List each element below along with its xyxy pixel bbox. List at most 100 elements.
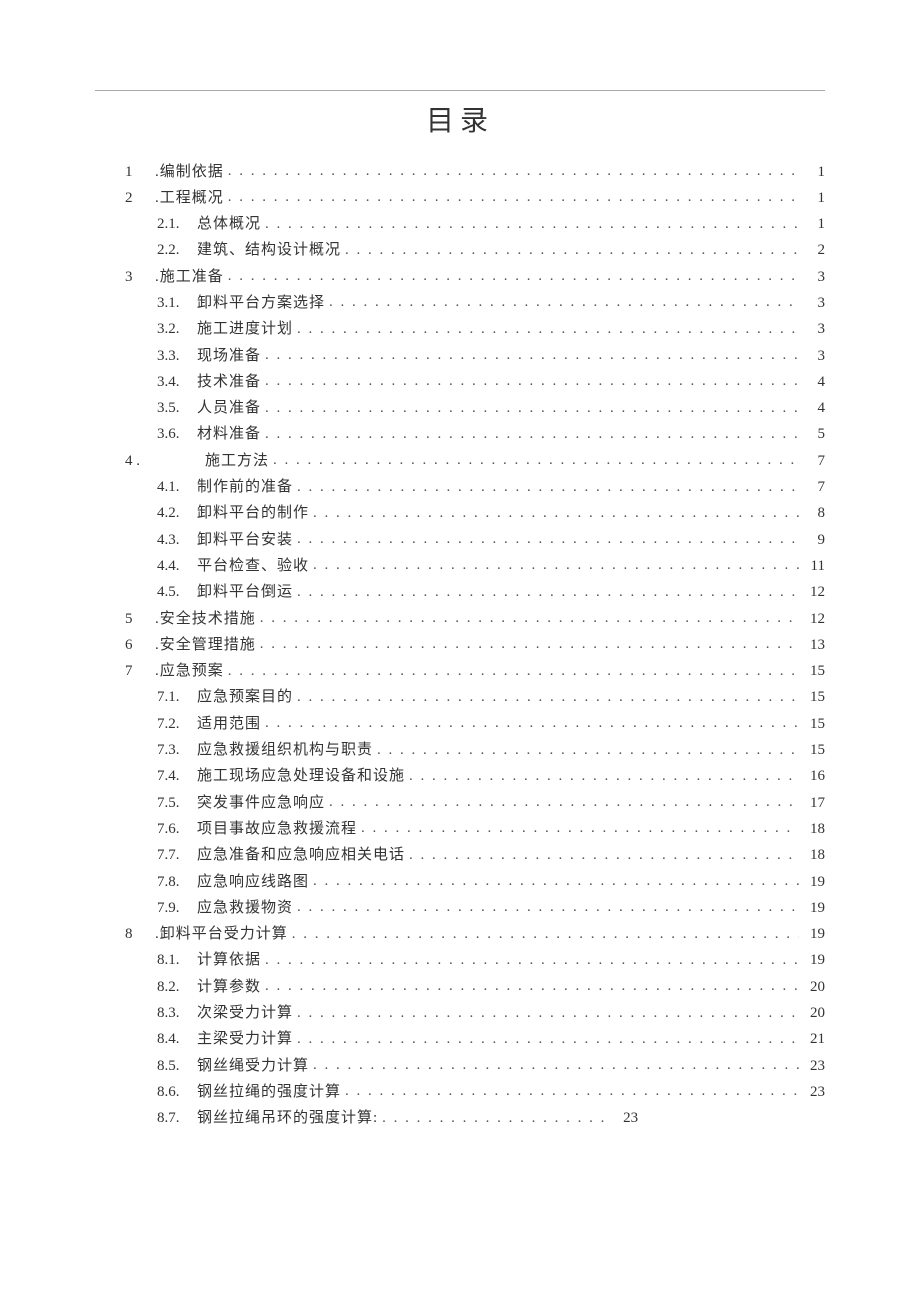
- toc-entry-number: 3.6.: [157, 422, 197, 448]
- toc-entry: 8.5.钢丝绳受力计算23: [157, 1053, 825, 1079]
- toc-entry-number: 2.2.: [157, 238, 197, 264]
- toc-leader-dots: [297, 580, 799, 597]
- toc-entry-label: .安全管理措施: [155, 633, 256, 659]
- toc-entry: 3.3.现场准备 3: [157, 343, 825, 369]
- toc-entry: 7.6.项目事故应急救援流程18: [157, 816, 825, 842]
- toc-leader-dots: [265, 974, 799, 991]
- toc-entry-number: 1: [125, 160, 155, 186]
- toc-entry-number: 3.2.: [157, 317, 197, 343]
- toc-entry-number: 7.9.: [157, 896, 197, 922]
- toc-leader-dots: [228, 159, 799, 176]
- toc-entry-page: 5: [803, 422, 825, 448]
- toc-entry: 4.4.平台检查、验收11: [157, 553, 825, 579]
- toc-leader-dots: [297, 527, 799, 544]
- toc-entry: 4.2.卸料平台的制作8: [157, 501, 825, 527]
- toc-leader-dots: [409, 843, 799, 860]
- toc-entry-page: 13: [803, 633, 825, 659]
- toc-entry: 3.5.人员准备4: [157, 396, 825, 422]
- toc-leader-dots: [329, 790, 799, 807]
- toc-entry-label: 应急准备和应急响应相关电话: [197, 843, 405, 869]
- toc-leader-dots: [361, 816, 799, 833]
- toc-entry-page: 15: [803, 685, 825, 711]
- toc-entry-number: 8.4.: [157, 1027, 197, 1053]
- toc-leader-dots: [313, 501, 799, 518]
- toc-leader-dots: [345, 1079, 799, 1096]
- toc-leader-dots: [329, 290, 799, 307]
- toc-entry-page: 3: [803, 291, 825, 317]
- toc-entry-number: 8.6.: [157, 1080, 197, 1106]
- toc-entry: 4.5.卸料平台倒运12: [157, 580, 825, 606]
- toc-entry: 8.7.钢丝拉绳吊环的强度计算:23: [157, 1106, 825, 1132]
- toc-entry-page: 17: [803, 791, 825, 817]
- toc-entry-number: 7.1.: [157, 685, 197, 711]
- toc-entry-page: 2: [803, 238, 825, 264]
- toc-leader-dots: [313, 1053, 799, 1070]
- toc-entry-page: 19: [803, 896, 825, 922]
- toc-entry-label: 卸料平台安装: [197, 528, 293, 554]
- toc-entry-label: 应急响应线路图: [197, 870, 309, 896]
- toc-entry-label: 卸料平台方案选择: [197, 291, 325, 317]
- toc-entry-page: 20: [803, 975, 825, 1001]
- toc-entry-label: 项目事故应急救援流程: [197, 817, 357, 843]
- toc-entry-label: 现场准备: [197, 344, 261, 370]
- toc-entry-number: 8.1.: [157, 948, 197, 974]
- toc-entry: 7.7.应急准备和应急响应相关电话18: [157, 843, 825, 869]
- toc-entry: 8.1.计算依据19: [157, 948, 825, 974]
- toc-entry-number: 2.1.: [157, 212, 197, 238]
- toc-entry: 2.2.建筑、结构设计概况2: [157, 238, 825, 264]
- toc-entry: 8.3.次梁受力计算20: [157, 1001, 825, 1027]
- toc-entry: 7.2.适用范围15: [157, 711, 825, 737]
- toc-entry: 8.卸料平台受力计算19: [125, 922, 825, 948]
- toc-entry-page: 23: [803, 1054, 825, 1080]
- toc-leader-dots: [228, 659, 799, 676]
- toc-entry-number: 2: [125, 186, 155, 212]
- toc-leader-dots: [313, 869, 799, 886]
- toc-leader-dots: [228, 185, 799, 202]
- toc-entry-label: .编制依据: [155, 160, 224, 186]
- toc-leader-dots: [265, 369, 799, 386]
- toc-leader-dots: [260, 632, 799, 649]
- toc-entry-page: 20: [803, 1001, 825, 1027]
- toc-leader-dots: [265, 343, 799, 360]
- toc-entry-page: 19: [803, 922, 825, 948]
- toc-entry-label: 应急救援组织机构与职责: [197, 738, 373, 764]
- toc-entry-label: 施工方法: [205, 449, 269, 475]
- toc-entry: 8.2.计算参数20: [157, 974, 825, 1000]
- toc-entry-page: 3: [803, 344, 825, 370]
- toc-entry-page: 1: [803, 212, 825, 238]
- toc-entry: 7.9.应急救援物资19: [157, 895, 825, 921]
- toc-entry-number: 8.3.: [157, 1001, 197, 1027]
- toc-entry-page: 1: [803, 186, 825, 212]
- toc-leader-dots: [260, 606, 799, 623]
- toc-leader-dots: [297, 317, 799, 334]
- toc-entry: 8.6.钢丝拉绳的强度计算23: [157, 1079, 825, 1105]
- toc-entry-label: 突发事件应急响应: [197, 791, 325, 817]
- toc-entry-number: 4.2.: [157, 501, 197, 527]
- toc-entry-label: 平台检查、验收: [197, 554, 309, 580]
- toc-entry-page: 19: [803, 870, 825, 896]
- toc-entry-page: 7: [803, 475, 825, 501]
- toc-entry: 1.编制依据1: [125, 159, 825, 185]
- toc-entry-label: 适用范围: [197, 712, 261, 738]
- toc-entry-label: 总体概况: [197, 212, 261, 238]
- toc-entry-number: 8.2.: [157, 975, 197, 1001]
- toc-entry-page: 15: [803, 738, 825, 764]
- toc-entry-page: 19: [803, 948, 825, 974]
- toc-entry-page: 8: [803, 501, 825, 527]
- toc-entry: 7.4.施工现场应急处理设备和设施16: [157, 764, 825, 790]
- toc-leader-dots: [265, 948, 799, 965]
- toc-entry-page: 12: [803, 580, 825, 606]
- toc-entry-label: 钢丝绳受力计算: [197, 1054, 309, 1080]
- toc-entry-number: 4.4.: [157, 554, 197, 580]
- toc-entry: 7.3.应急救援组织机构与职责15: [157, 738, 825, 764]
- table-of-contents: 1.编制依据12.工程概况12.1.总体概况12.2.建筑、结构设计概况23.施…: [95, 159, 825, 1132]
- toc-entry-page: 15: [803, 659, 825, 685]
- toc-entry: 2.1.总体概况 1: [157, 212, 825, 238]
- toc-entry-number: 3.3.: [157, 344, 197, 370]
- toc-leader-dots: [265, 212, 799, 229]
- toc-leader-dots: [292, 922, 799, 939]
- toc-entry-number: 7.7.: [157, 843, 197, 869]
- toc-entry-number: 7.4.: [157, 764, 197, 790]
- toc-entry: 3.4.技术准备4: [157, 369, 825, 395]
- toc-leader-dots: [297, 475, 799, 492]
